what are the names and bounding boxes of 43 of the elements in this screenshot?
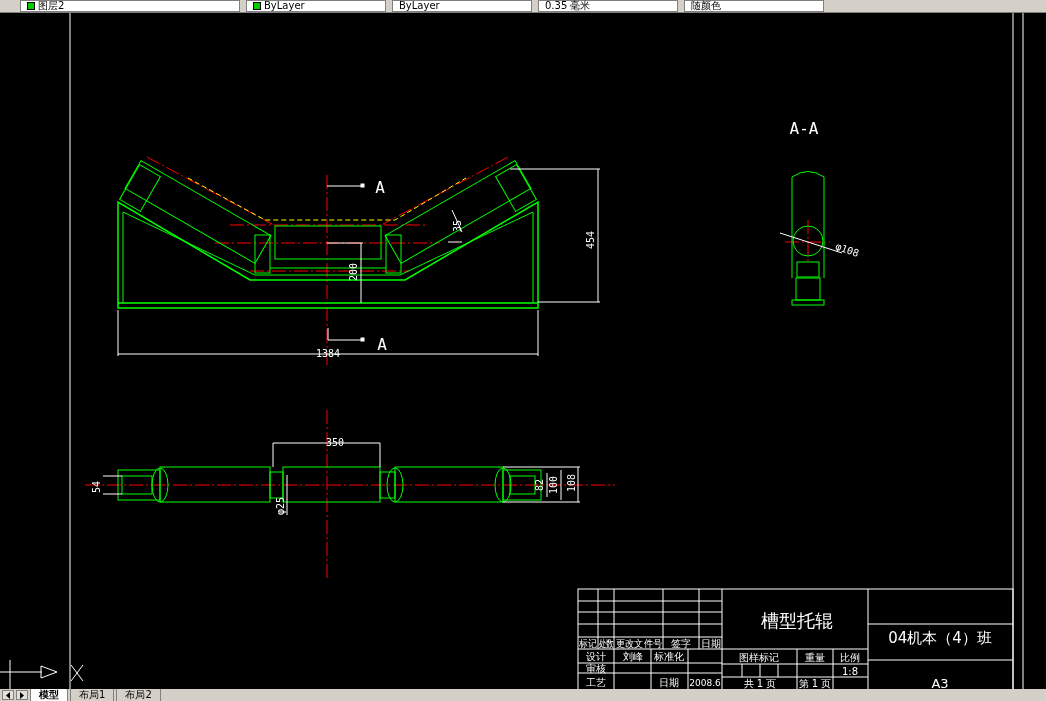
- title-block-label: 重量: [805, 652, 825, 663]
- drawing-title: 槽型托辊: [761, 610, 833, 631]
- dimension-label: 454: [585, 230, 596, 250]
- dimension-label: 350: [325, 437, 345, 448]
- layout-tab[interactable]: 模型: [30, 689, 68, 701]
- dimension-label: 35: [452, 220, 463, 232]
- date-value: 2008.6: [689, 678, 721, 688]
- layout-tab[interactable]: 布局2: [116, 689, 161, 701]
- title-block-label: 日期: [659, 677, 679, 688]
- plot-style-dropdown[interactable]: 随颜色: [684, 0, 824, 12]
- title-block-label: 标记: [579, 638, 599, 649]
- sheet-size: A3: [931, 676, 949, 689]
- title-block-label: 比例: [840, 652, 860, 663]
- section-label: A: [375, 178, 385, 197]
- title-block-label: 签字: [671, 638, 691, 649]
- section-label: A: [377, 335, 387, 354]
- title-block-label: 工艺: [586, 677, 606, 688]
- dimension-label: 100: [548, 475, 559, 495]
- dimension-label: 1384: [315, 348, 341, 359]
- section-label: A-A: [789, 119, 819, 138]
- layout-tab[interactable]: 布局1: [70, 689, 115, 701]
- title-block-label: 图样标记: [739, 652, 779, 663]
- linetype-dropdown[interactable]: ByLayer: [392, 0, 532, 12]
- scale-value: 1:8: [841, 666, 859, 677]
- dimension-label: 108: [566, 473, 577, 493]
- designer-name: 刘峰: [623, 651, 643, 662]
- dimension-label: 54: [91, 481, 102, 493]
- sheet-count: 共 1 页: [743, 678, 777, 689]
- next-tab-button[interactable]: [16, 690, 28, 700]
- dimension-label: 200: [348, 262, 359, 282]
- title-block-label: 日期: [701, 638, 721, 649]
- first-tab-button[interactable]: [2, 690, 14, 700]
- title-block-label: 设计: [586, 651, 606, 662]
- dimension-label: φ108: [834, 240, 861, 259]
- title-block-label: 审核: [586, 663, 606, 674]
- layer-dropdown[interactable]: 图层2: [20, 0, 240, 12]
- lineweight-dropdown[interactable]: 0.35 毫米: [538, 0, 678, 12]
- sheet-number: 第 1 页: [798, 678, 832, 689]
- dimension-label: 82: [534, 479, 545, 491]
- class-name: 04机本（4）班: [888, 629, 992, 647]
- title-block-label: 标准化: [654, 651, 684, 662]
- color-dropdown[interactable]: ByLayer: [246, 0, 386, 12]
- dimension-label: φ25: [275, 496, 286, 516]
